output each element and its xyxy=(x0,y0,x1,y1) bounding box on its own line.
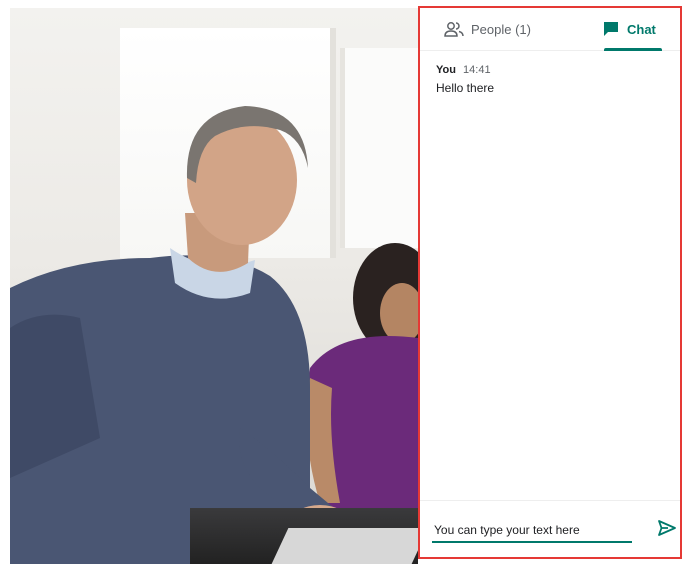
message-text: Hello there xyxy=(436,81,495,95)
people-icon xyxy=(444,21,464,37)
panel-tabs: People (1) Chat xyxy=(420,8,680,51)
message-sender: You xyxy=(436,64,456,76)
message-header: You 14:41 xyxy=(436,64,670,76)
tab-people[interactable]: People (1) xyxy=(444,8,531,50)
participants-illustration xyxy=(10,106,418,564)
tab-people-label: People (1) xyxy=(471,21,531,37)
chat-icon xyxy=(602,20,620,38)
tab-chat-label: Chat xyxy=(627,21,656,37)
tab-chat[interactable]: Chat xyxy=(602,8,656,50)
chat-message-input[interactable] xyxy=(432,519,632,543)
send-button[interactable] xyxy=(656,519,678,541)
side-panel: People (1) Chat You 14:41 Hello there xyxy=(418,6,682,559)
video-feed xyxy=(10,8,418,564)
message-time: 14:41 xyxy=(463,64,491,76)
keyboard xyxy=(271,528,418,564)
list-item: You 14:41 Hello there xyxy=(436,64,670,95)
message-composer xyxy=(420,500,680,557)
send-icon xyxy=(657,519,677,542)
message-list: You 14:41 Hello there xyxy=(436,64,670,95)
active-tab-indicator xyxy=(604,48,662,51)
